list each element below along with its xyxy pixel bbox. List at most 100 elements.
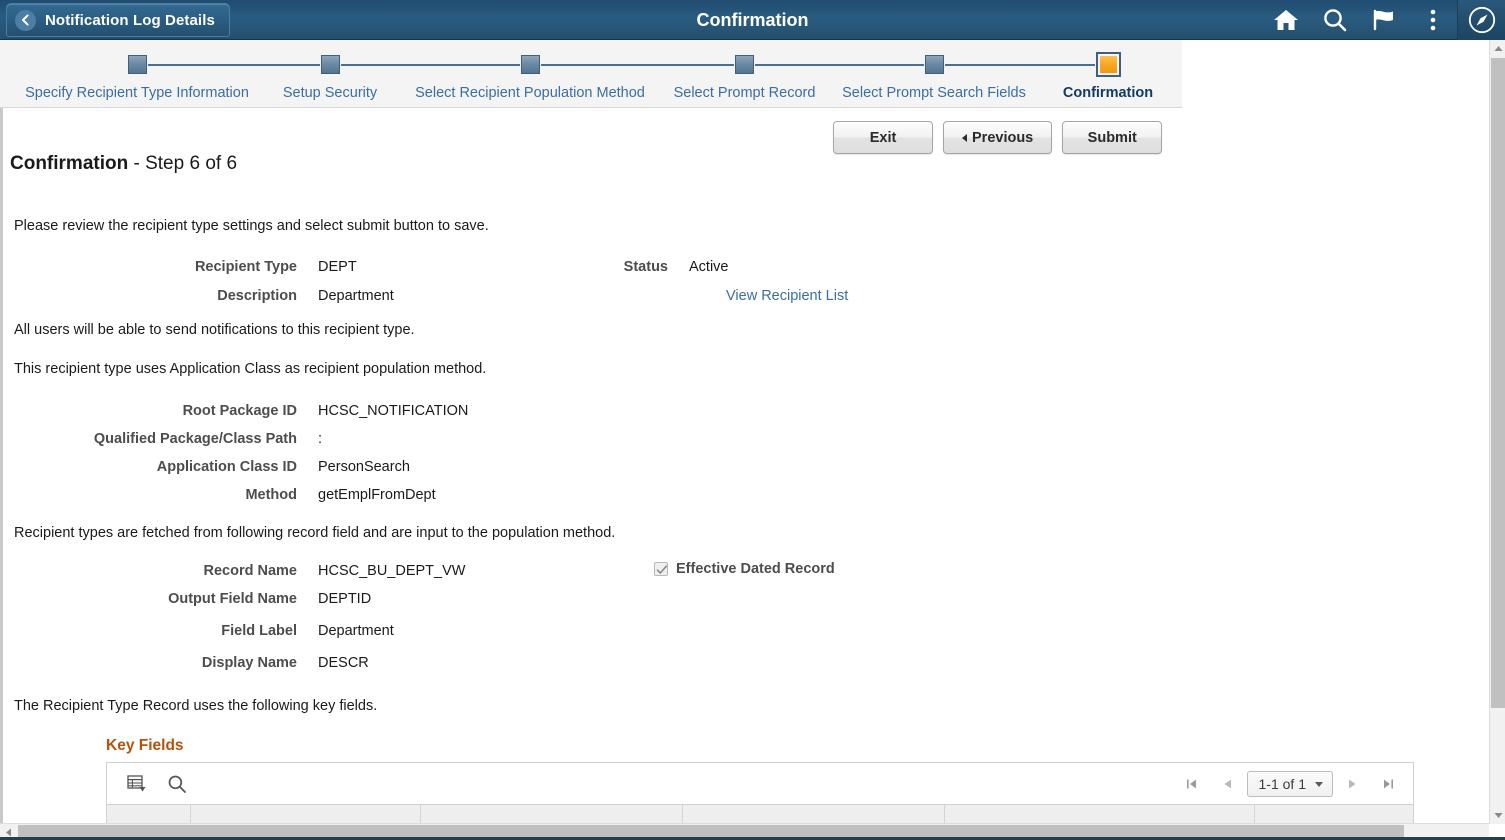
train-step-marker	[924, 55, 944, 74]
grid-column-header[interactable]	[1255, 805, 1413, 823]
pager-first-button[interactable]	[1175, 767, 1209, 801]
field-label-label: Field Label	[221, 623, 297, 639]
app-header: Notification Log Details Confirmation	[0, 0, 1505, 40]
navbar-compass-icon[interactable]	[1457, 0, 1505, 40]
field-description: Description Department	[0, 285, 394, 307]
header-icon-group	[1261, 0, 1505, 40]
previous-button-label: Previous	[972, 129, 1034, 146]
train-step-select-prompt-search-fields[interactable]: Select Prompt Search Fields	[823, 40, 1045, 108]
field-display-name: Display Name DESCR	[0, 652, 369, 674]
train-step-specify-recipient-type-information[interactable]: Specify Recipient Type Information	[8, 40, 266, 108]
field-recipient-type: Recipient Type DEPT	[0, 256, 357, 278]
grid-column-header[interactable]	[191, 805, 421, 823]
display-name-label: Display Name	[201, 655, 297, 671]
content-left-border	[0, 40, 3, 840]
view-recipient-list-row: View Recipient List	[726, 285, 848, 307]
application-class-id-value: PersonSearch	[318, 459, 410, 475]
pager-next-button[interactable]	[1335, 767, 1369, 801]
checkmark-icon	[656, 565, 668, 574]
key-fields-grid-header-row	[107, 805, 1413, 823]
vertical-scrollbar[interactable]	[1489, 40, 1505, 824]
grid-personalize-icon[interactable]	[117, 763, 157, 805]
step-progress-train: Specify Recipient Type Information Setup…	[0, 40, 1182, 108]
description-value: Department	[318, 288, 394, 304]
view-recipient-list-link[interactable]: View Recipient List	[726, 288, 848, 304]
train-step-marker-active	[1095, 52, 1121, 77]
status-value: Active	[689, 259, 729, 275]
field-label-value: Department	[318, 623, 394, 639]
grid-column-header[interactable]	[421, 805, 683, 823]
train-step-confirmation[interactable]: Confirmation	[1045, 40, 1171, 108]
page-action-buttons: Exit Previous Submit	[833, 121, 1163, 154]
vertical-scrollbar-thumb[interactable]	[1491, 58, 1505, 708]
qualified-package-class-path-label: Qualified Package/Class Path	[93, 431, 297, 447]
train-step-select-recipient-population-method[interactable]: Select Recipient Population Method	[394, 40, 666, 108]
exit-button-label: Exit	[869, 129, 897, 146]
field-method: Method getEmplFromDept	[0, 484, 435, 506]
key-fields-grid-toolbar: 1-1 of 1	[107, 763, 1413, 805]
train-step-select-prompt-record[interactable]: Select Prompt Record	[666, 40, 823, 108]
scroll-up-arrow-icon[interactable]	[1490, 40, 1505, 57]
field-record-name: Record Name HCSC_BU_DEPT_VW	[0, 560, 466, 582]
qualified-package-class-path-value: :	[318, 431, 323, 447]
train-step-marker	[127, 55, 147, 74]
chevron-down-icon	[1315, 781, 1323, 787]
train-step-marker	[520, 55, 540, 74]
instruction-text: Please review the recipient type setting…	[14, 218, 489, 234]
peoplesoft-page: Notification Log Details Confirmation Sp…	[0, 0, 1505, 840]
back-to-notification-log-details-button[interactable]: Notification Log Details	[6, 3, 230, 37]
previous-button[interactable]: Previous	[943, 121, 1053, 154]
note-key-fields-text: The Recipient Type Record uses the follo…	[14, 698, 378, 714]
key-fields-grid: 1-1 of 1	[106, 762, 1414, 823]
record-name-label: Record Name	[203, 563, 297, 579]
key-fields-section: Key Fields 1-1 of 1	[106, 737, 1414, 823]
output-field-name-label: Output Field Name	[168, 591, 297, 607]
root-package-id-value: HCSC_NOTIFICATION	[318, 403, 469, 419]
key-fields-caption: Key Fields	[106, 737, 184, 754]
page-title-step: - Step 6 of 6	[133, 153, 238, 174]
display-name-value: DESCR	[318, 655, 369, 671]
train-step-label: Select Prompt Record	[673, 85, 816, 101]
effective-dated-record-label: Effective Dated Record	[676, 561, 835, 577]
pager-range-selector[interactable]: 1-1 of 1	[1246, 771, 1333, 797]
scroll-down-arrow-icon[interactable]	[1490, 807, 1505, 824]
submit-button[interactable]: Submit	[1062, 121, 1163, 154]
pager-last-button[interactable]	[1371, 767, 1405, 801]
field-status: Status Active	[598, 256, 729, 278]
kebab-menu-icon[interactable]	[1408, 0, 1457, 40]
record-name-value: HCSC_BU_DEPT_VW	[318, 563, 466, 579]
page-title-main: Confirmation	[10, 153, 129, 174]
output-field-name-value: DEPTID	[318, 591, 372, 607]
recipient-type-value: DEPT	[318, 259, 357, 275]
home-icon[interactable]	[1261, 0, 1310, 40]
pager-previous-button[interactable]	[1211, 767, 1245, 801]
grid-column-header[interactable]	[683, 805, 945, 823]
note-population-method-text: This recipient type uses Application Cla…	[14, 361, 487, 377]
root-package-id-label: Root Package ID	[182, 403, 297, 419]
field-output-field-name: Output Field Name DEPTID	[0, 588, 371, 610]
grid-find-icon[interactable]	[157, 763, 197, 805]
flag-icon[interactable]	[1359, 0, 1408, 40]
back-button-label: Notification Log Details	[45, 11, 215, 29]
train-step-label: Select Prompt Search Fields	[842, 85, 1026, 101]
train-step-label: Specify Recipient Type Information	[25, 85, 249, 101]
exit-button[interactable]: Exit	[833, 121, 933, 154]
field-field-label: Field Label Department	[0, 620, 394, 642]
submit-button-label: Submit	[1087, 129, 1137, 146]
effective-dated-record-row: Effective Dated Record	[654, 561, 835, 577]
train-step-label: Confirmation	[1062, 85, 1154, 101]
search-icon[interactable]	[1310, 0, 1359, 40]
recipient-type-label: Recipient Type	[194, 259, 297, 275]
pager-range-label: 1-1 of 1	[1258, 776, 1306, 792]
status-label: Status	[623, 259, 668, 275]
note-record-field-text: Recipient types are fetched from followi…	[14, 525, 616, 541]
note-all-users-text: All users will be able to send notificat…	[14, 322, 415, 338]
grid-column-header[interactable]	[107, 805, 191, 823]
grid-column-header[interactable]	[945, 805, 1255, 823]
page-content: Exit Previous Submit Confirmation - Step…	[0, 109, 1489, 823]
effective-dated-record-checkbox[interactable]	[654, 562, 668, 576]
train-step-setup-security[interactable]: Setup Security	[266, 40, 394, 108]
train-step-label: Setup Security	[282, 85, 378, 101]
application-class-id-label: Application Class ID	[156, 459, 297, 475]
chevron-left-icon	[962, 133, 967, 142]
